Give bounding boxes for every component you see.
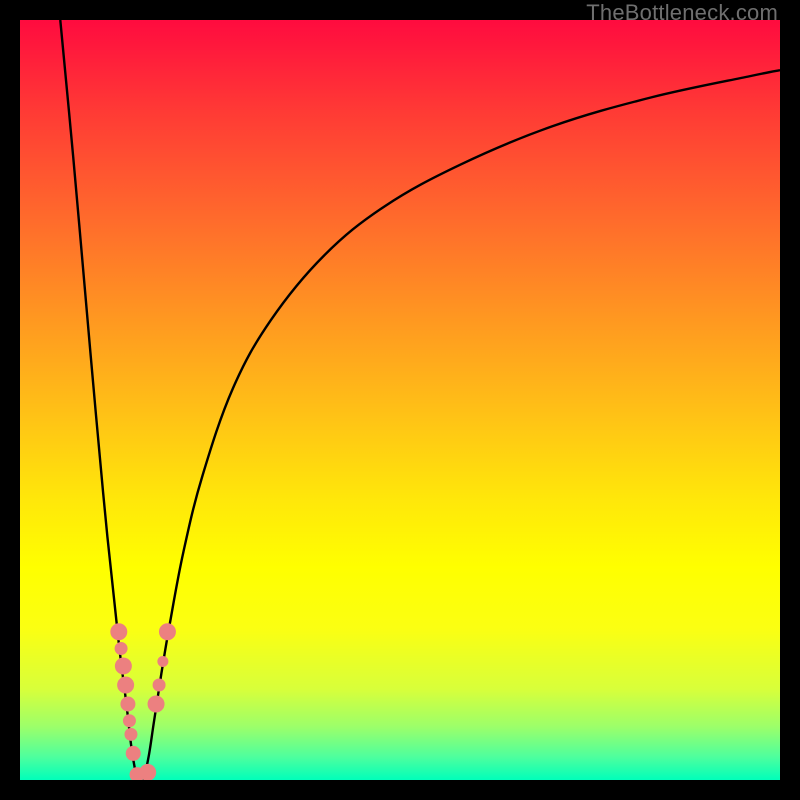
data-marker (118, 677, 134, 693)
plot-area (20, 20, 780, 780)
watermark-text: TheBottleneck.com (586, 0, 778, 26)
data-marker (111, 624, 127, 640)
data-marker (148, 696, 164, 712)
data-marker (115, 643, 127, 655)
data-marker (121, 697, 135, 711)
data-marker (123, 715, 135, 727)
data-marker (153, 679, 165, 691)
chart-frame: TheBottleneck.com (0, 0, 800, 800)
chart-svg (20, 20, 780, 780)
data-marker (158, 656, 168, 666)
curve-right-branch (144, 70, 780, 780)
data-marker (125, 728, 137, 740)
data-marker (140, 764, 156, 780)
data-marker (115, 658, 131, 674)
data-marker (126, 746, 140, 760)
data-marker (159, 624, 175, 640)
